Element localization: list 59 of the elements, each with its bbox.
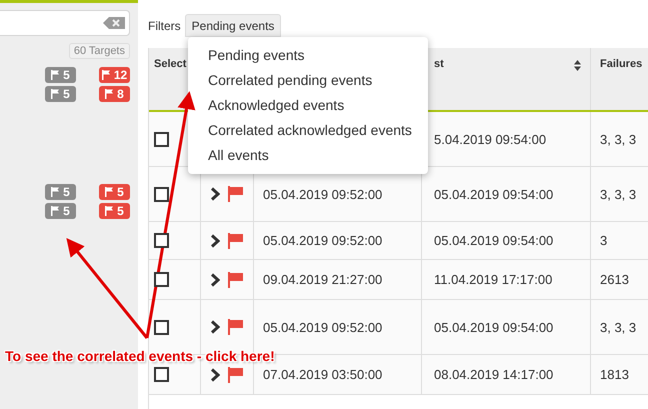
chevron-right-icon[interactable]	[210, 368, 220, 382]
table-cell: 3	[600, 233, 608, 248]
table-cell: 3, 3, 3	[600, 186, 636, 202]
table-cell: 05.04.2019 09:54:00	[434, 320, 554, 334]
table-cell: 08.04.2019 14:17:00	[434, 367, 554, 382]
table-cell: 09.04.2019 21:27:00	[263, 272, 382, 287]
count-badge: 5	[45, 184, 76, 200]
count-badge: 8	[99, 86, 130, 102]
chevron-right-icon[interactable]	[210, 272, 220, 286]
table-cell: 2613	[600, 272, 629, 287]
filter-dropdown[interactable]: Pending events	[184, 14, 282, 37]
table-cell: 11.04.2019 17:17:00	[434, 272, 552, 287]
column-header: Select	[154, 58, 186, 70]
menu-item[interactable]: Correlated acknowledged events	[188, 118, 428, 143]
checkbox[interactable]	[154, 272, 169, 287]
count-badge: 12	[99, 67, 130, 83]
table-cell: 05.04.2019 09:54:00	[434, 233, 554, 248]
table-cell: 3, 3, 3	[600, 132, 636, 146]
flag-icon	[51, 89, 60, 99]
table-cell: 1813	[600, 367, 629, 382]
checkbox[interactable]	[154, 367, 169, 382]
target-count: 60 Targets	[68, 43, 130, 59]
count-badge: 5	[45, 67, 76, 83]
table-cell: 05.04.2019 09:52:00	[263, 186, 382, 202]
table-cell: 05.04.2019 09:52:00	[263, 233, 382, 248]
annotation-text: To see the correlated events - click here!	[5, 348, 275, 364]
count-badge: 5	[45, 86, 76, 102]
flag-icon	[105, 206, 114, 216]
flag-icon	[102, 70, 111, 80]
checkbox[interactable]	[154, 233, 169, 248]
count-badge: 5	[99, 184, 130, 200]
clear-icon[interactable]	[103, 17, 125, 29]
filters-label: Filters	[148, 18, 181, 32]
flag-icon	[51, 187, 60, 197]
chevron-right-icon[interactable]	[210, 320, 220, 334]
flag-icon	[105, 187, 114, 197]
search-field[interactable]	[0, 10, 130, 36]
table-cell: 5.04.2019 09:54:00	[434, 132, 546, 146]
menu-item[interactable]: Pending events	[188, 43, 428, 68]
flag-icon	[51, 206, 60, 216]
flag-icon	[105, 89, 114, 99]
table-cell: 3, 3, 3	[600, 320, 636, 334]
count-badge: 5	[45, 203, 76, 219]
table-cell: 05.04.2019 09:52:00	[263, 320, 382, 334]
count-badge: 5	[99, 203, 130, 219]
checkbox[interactable]	[154, 132, 169, 146]
checkbox[interactable]	[154, 320, 169, 334]
checkbox[interactable]	[154, 186, 169, 202]
sort-icon[interactable]	[574, 60, 581, 71]
table-cell: 05.04.2019 09:54:00	[434, 186, 554, 202]
chevron-right-icon[interactable]	[210, 234, 220, 248]
chevron-right-icon[interactable]	[210, 187, 220, 201]
menu-item[interactable]: Acknowledged events	[188, 93, 428, 118]
column-header: Failures	[600, 58, 642, 70]
flag-icon	[51, 70, 60, 80]
menu-item[interactable]: All events	[188, 143, 428, 168]
table-cell: 07.04.2019 03:50:00	[263, 367, 382, 382]
menu-item[interactable]: Correlated pending events	[188, 68, 428, 93]
column-header: st	[434, 58, 444, 70]
